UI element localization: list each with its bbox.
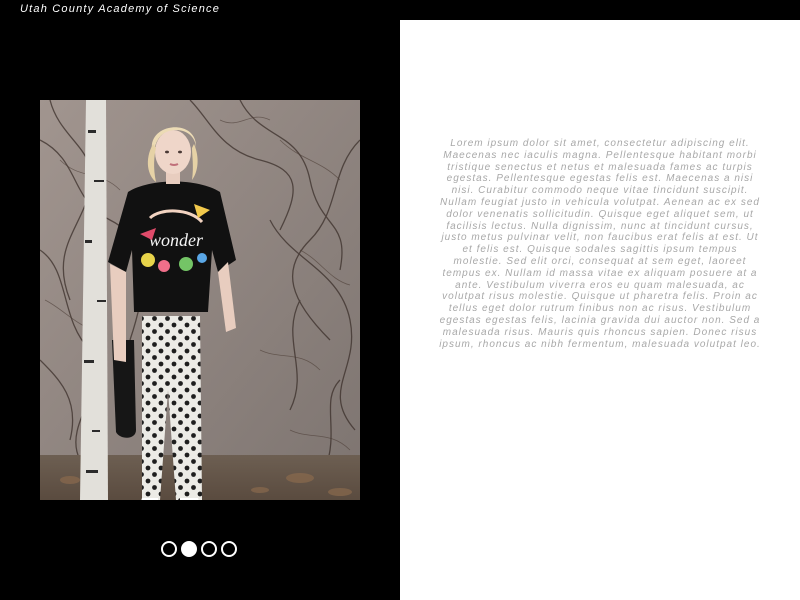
carousel-dot-2-active[interactable]: [181, 541, 197, 557]
carousel-dot-3[interactable]: [201, 541, 217, 557]
carousel-dot-1[interactable]: [161, 541, 177, 557]
page: Utah County Academy of Science wonder Lo…: [0, 0, 800, 600]
carousel-pagination: [161, 541, 237, 557]
gallery-photo-illustration: wonder: [40, 100, 360, 500]
body-paragraph: Lorem ipsum dolor sit amet, consectetur …: [439, 138, 761, 350]
svg-text:wonder: wonder: [149, 230, 204, 250]
carousel-dot-4[interactable]: [221, 541, 237, 557]
content-panel: Lorem ipsum dolor sit amet, consectetur …: [400, 20, 800, 600]
site-title[interactable]: Utah County Academy of Science: [20, 3, 220, 15]
gallery-photo[interactable]: wonder: [40, 100, 360, 500]
